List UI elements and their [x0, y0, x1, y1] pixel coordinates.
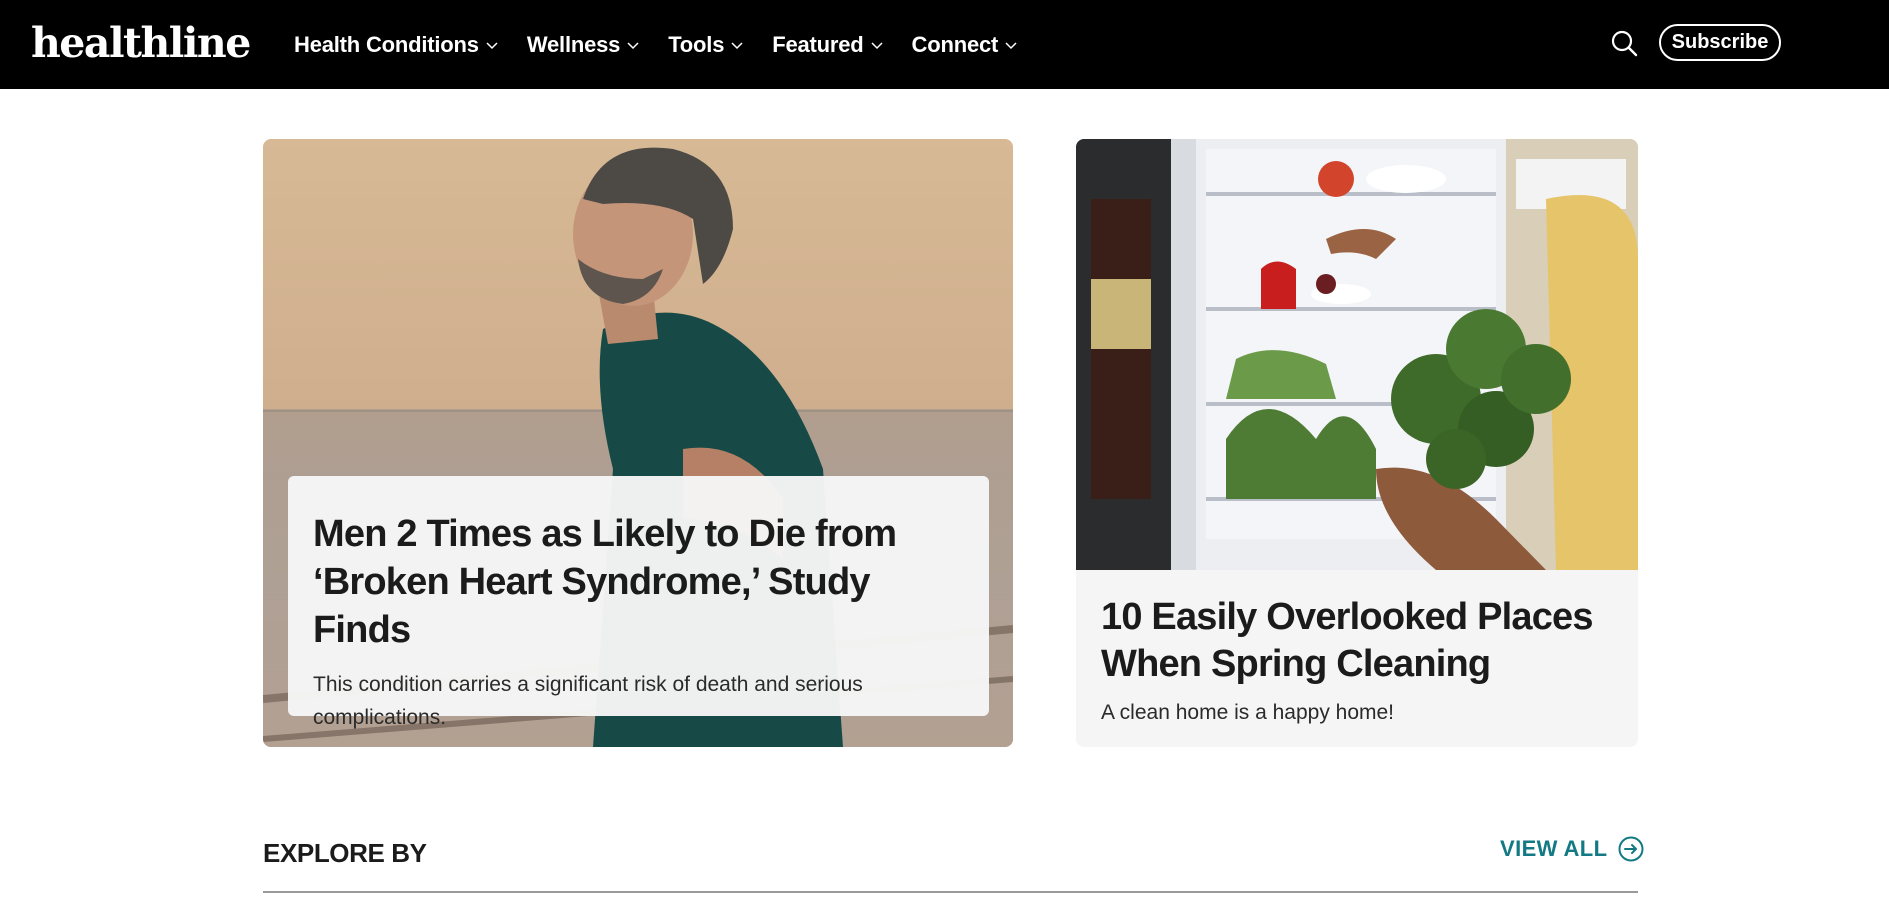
hero-title[interactable]: Men 2 Times as Likely to Die from ‘Broke… — [313, 510, 963, 654]
section-divider — [263, 891, 1638, 893]
nav-label: Connect — [911, 32, 999, 57]
main-nav: Health Conditions Wellness Tools Feature… — [294, 28, 1046, 62]
spring-cleaning-article-card[interactable]: 10 Easily Overlooked Places When Spring … — [1076, 139, 1638, 747]
chevron-down-icon — [627, 42, 639, 50]
nav-wellness[interactable]: Wellness — [527, 28, 641, 62]
nav-label: Health Conditions — [294, 32, 479, 57]
view-all-link[interactable]: VIEW ALL — [1500, 836, 1644, 862]
nav-health-conditions[interactable]: Health Conditions — [294, 28, 500, 62]
chevron-down-icon — [486, 42, 498, 50]
hero-description: This condition carries a significant ris… — [313, 673, 863, 729]
nav-connect[interactable]: Connect — [912, 28, 1020, 62]
explore-by-heading: EXPLORE BY — [263, 838, 427, 868]
nav-label: Featured — [772, 32, 864, 57]
card2-title[interactable]: 10 Easily Overlooked Places When Spring … — [1101, 594, 1621, 688]
chevron-down-icon — [871, 42, 883, 50]
nav-featured[interactable]: Featured — [772, 28, 884, 62]
view-all-label: VIEW ALL — [1500, 836, 1608, 861]
nav-label: Tools — [668, 32, 725, 57]
hero-text-box: Men 2 Times as Likely to Die from ‘Broke… — [288, 476, 989, 729]
nav-tools[interactable]: Tools — [668, 28, 745, 62]
hero-article-card[interactable]: Men 2 Times as Likely to Die from ‘Broke… — [263, 139, 1013, 747]
subscribe-button[interactable]: Subscribe — [1659, 24, 1781, 61]
search-icon[interactable] — [1610, 29, 1638, 57]
card-image-fridge-broccoli — [1076, 139, 1638, 570]
arrow-circle-icon — [1618, 836, 1643, 862]
nav-label: Wellness — [526, 32, 621, 57]
chevron-down-icon — [1005, 42, 1017, 50]
card2-description: A clean home is a happy home! — [1101, 701, 1395, 724]
healthline-logo[interactable]: healthline — [31, 18, 251, 68]
site-header: healthline Health Conditions Wellness To… — [0, 0, 1889, 89]
card2-text-block: 10 Easily Overlooked Places When Spring … — [1101, 594, 1621, 728]
chevron-down-icon — [731, 42, 743, 50]
